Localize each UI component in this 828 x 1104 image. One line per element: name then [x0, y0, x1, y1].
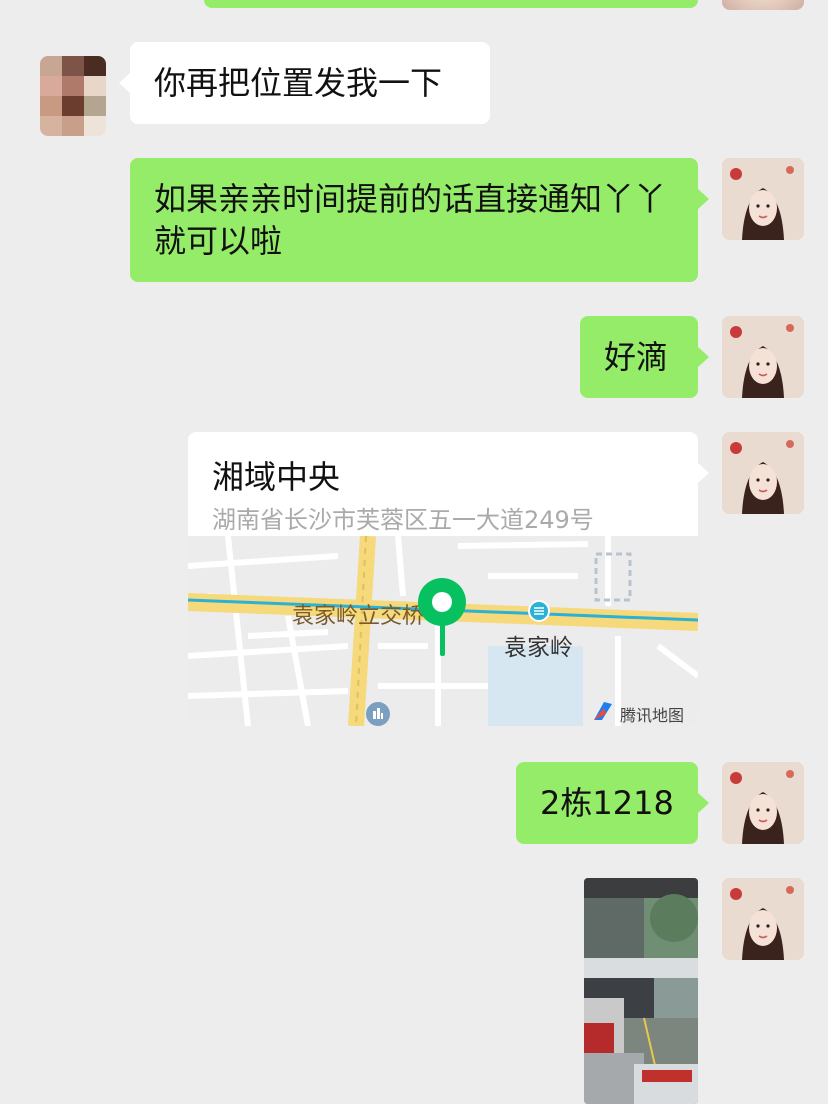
bubble-tail	[697, 346, 709, 368]
my-avatar[interactable]	[722, 878, 804, 960]
metro-icon	[528, 600, 550, 622]
bubble-tail	[697, 188, 709, 210]
message-text: 好滴	[604, 338, 669, 376]
girl-portrait-image	[722, 432, 804, 514]
bubble-tail	[697, 462, 709, 484]
image-message[interactable]	[584, 878, 698, 1104]
location-card[interactable]: 湘域中央 湖南省长沙市芙蓉区五一大道249号 袁家岭立交桥 袁家岭 腾讯地图	[188, 432, 698, 726]
girl-portrait-image	[722, 762, 804, 844]
street-photo-image	[584, 878, 698, 1104]
bubble-tail	[697, 792, 709, 814]
girl-portrait-image	[722, 316, 804, 398]
my-avatar[interactable]	[722, 316, 804, 398]
building-poi-icon	[366, 702, 390, 726]
my-avatar[interactable]	[722, 762, 804, 844]
map-pin-icon	[416, 576, 468, 660]
location-map[interactable]: 袁家岭立交桥 袁家岭 腾讯地图	[188, 536, 698, 726]
location-title: 湘域中央	[212, 458, 341, 496]
tencent-map-logo-icon	[592, 700, 614, 722]
message-bubble-partial[interactable]	[204, 0, 698, 8]
message-bubble[interactable]: 如果亲亲时间提前的话直接通知丫丫就可以啦	[130, 158, 698, 282]
message-bubble[interactable]: 你再把位置发我一下	[130, 42, 490, 124]
girl-portrait-image	[722, 878, 804, 960]
my-avatar[interactable]	[722, 432, 804, 514]
girl-portrait-image	[722, 158, 804, 240]
map-label-interchange: 袁家岭立交桥	[292, 604, 425, 629]
pixelated-avatar-image	[40, 56, 106, 136]
location-address: 湖南省长沙市芙蓉区五一大道249号	[212, 506, 594, 534]
my-avatar-partial[interactable]	[722, 0, 804, 10]
message-text: 你再把位置发我一下	[154, 64, 443, 102]
message-bubble[interactable]: 好滴	[580, 316, 698, 398]
message-bubble[interactable]: 2栋1218	[516, 762, 698, 844]
my-avatar[interactable]	[722, 158, 804, 240]
message-text: 如果亲亲时间提前的话直接通知丫丫就可以啦	[154, 180, 667, 260]
map-label-station: 袁家岭	[504, 635, 573, 661]
map-provider-label: 腾讯地图	[620, 706, 685, 725]
contact-avatar[interactable]	[40, 56, 106, 136]
message-text: 2栋1218	[540, 784, 674, 822]
